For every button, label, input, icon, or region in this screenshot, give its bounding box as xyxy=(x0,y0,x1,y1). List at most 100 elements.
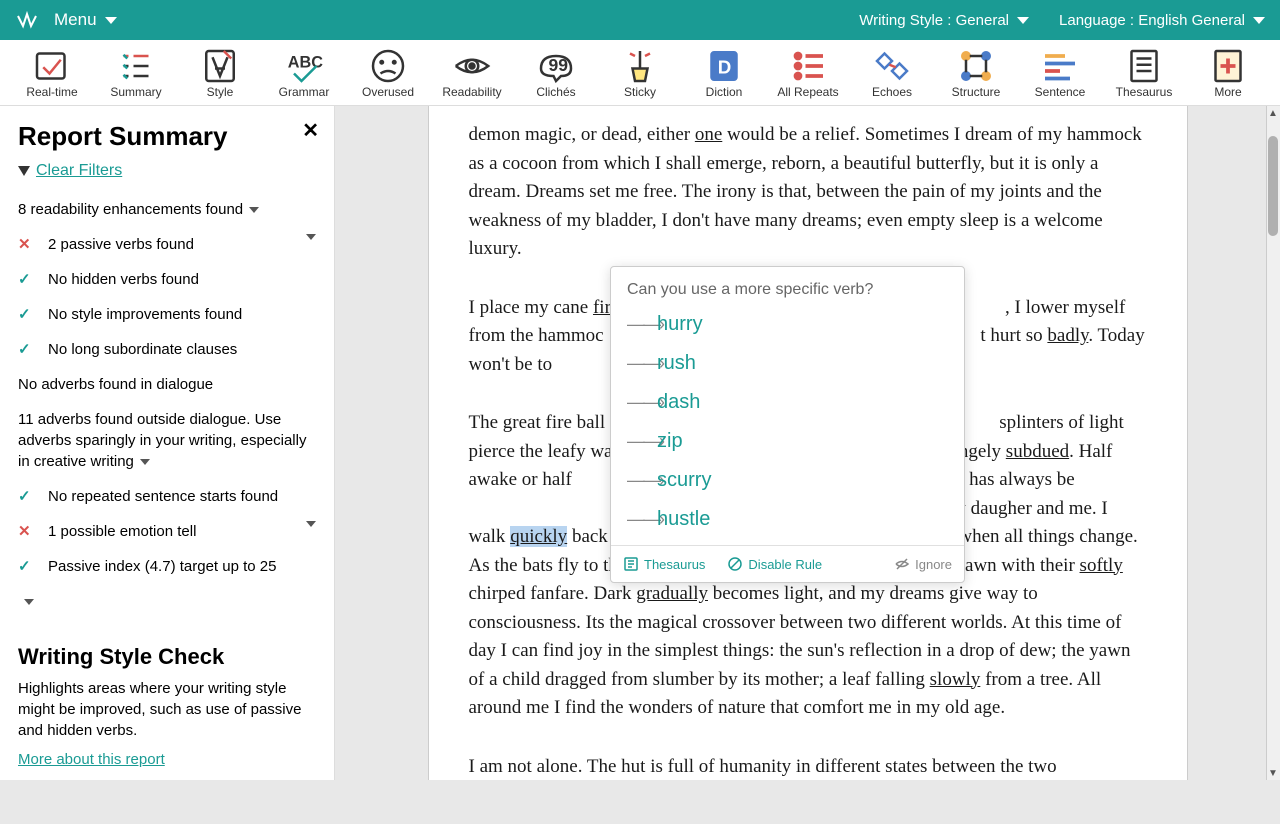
flagged-word-gradually[interactable]: gradually xyxy=(636,583,708,604)
arrow-right-icon: ——› xyxy=(627,392,657,413)
readability-icon xyxy=(452,50,492,82)
popup-header: Can you use a more specific verb? xyxy=(611,267,964,305)
check-icon: ✓ xyxy=(18,339,38,360)
disable-rule-button[interactable]: Disable Rule xyxy=(727,556,822,572)
svg-text:99: 99 xyxy=(549,55,569,75)
close-icon[interactable]: ✕ xyxy=(302,118,319,143)
toolbar-label: Structure xyxy=(952,85,1001,99)
chevron-down-icon xyxy=(306,234,316,240)
scroll-up-arrow[interactable]: ▲ xyxy=(1268,108,1278,118)
structure-icon xyxy=(956,50,996,82)
diction-icon: D xyxy=(704,50,744,82)
grammar-icon: ABC xyxy=(284,50,324,82)
flagged-word[interactable]: fir xyxy=(593,297,611,318)
toolbar: Real-time Summary StyleABCGrammar Overused R… xyxy=(0,40,1280,106)
toolbar-more-button[interactable]: More xyxy=(1186,48,1270,101)
summary-icon xyxy=(116,50,156,82)
toolbar-summary-button[interactable]: Summary xyxy=(94,48,178,101)
writing-style-check-desc: Highlights areas where your writing styl… xyxy=(18,678,316,741)
paragraph: demon magic, or dead, either one would b… xyxy=(469,121,1147,264)
language-dropdown[interactable]: Language : English General xyxy=(1059,12,1265,29)
suggestion-text: rush xyxy=(657,352,696,375)
vertical-scrollbar[interactable]: ▲ ▼ xyxy=(1266,106,1280,780)
suggestion-item[interactable]: ——›zip xyxy=(611,422,964,461)
toolbar-label: Thesaurus xyxy=(1116,85,1173,99)
toolbar-readability-button[interactable]: Readability xyxy=(430,48,514,101)
arrow-right-icon: ——› xyxy=(627,353,657,374)
toolbar-repeats-button[interactable]: All Repeats xyxy=(766,48,850,101)
flagged-word-softly[interactable]: softly xyxy=(1080,555,1123,576)
writing-style-value: General xyxy=(956,12,1009,29)
suggestion-popup: Can you use a more specific verb? ——›hur… xyxy=(610,266,965,583)
suggestion-item[interactable]: ——›scurry xyxy=(611,461,964,500)
toolbar-label: Summary xyxy=(110,85,161,99)
style-icon xyxy=(200,50,240,82)
clear-filters-link[interactable]: Clear Filters xyxy=(18,162,316,180)
flagged-word-quickly[interactable]: quickly xyxy=(510,526,567,547)
toolbar-label: Sentence xyxy=(1035,85,1086,99)
ignore-icon xyxy=(894,556,910,572)
x-icon: ✕ xyxy=(18,234,38,255)
scroll-down-arrow[interactable]: ▼ xyxy=(1268,768,1278,778)
check-icon: ✓ xyxy=(18,304,38,325)
summary-item: ✓No hidden verbs found xyxy=(18,262,316,297)
toolbar-structure-button[interactable]: Structure xyxy=(934,48,1018,101)
toolbar-thesaurus-button[interactable]: Thesaurus xyxy=(1102,48,1186,101)
summary-item[interactable]: ✕1 possible emotion tell xyxy=(18,514,316,549)
summary-item[interactable]: ✕2 passive verbs found xyxy=(18,227,316,262)
suggestion-item[interactable]: ——›rush xyxy=(611,344,964,383)
x-icon: ✕ xyxy=(18,521,38,542)
menu-button[interactable]: Menu xyxy=(54,10,117,30)
summary-item[interactable]: 11 adverbs found outside dialogue. Use a… xyxy=(18,402,316,479)
writing-style-label: Writing Style : xyxy=(859,12,951,29)
chevron-down-icon xyxy=(1017,17,1029,24)
summary-item: ✓No long subordinate clauses xyxy=(18,332,316,367)
thesaurus-label: Thesaurus xyxy=(644,557,705,572)
flagged-word-one[interactable]: one xyxy=(695,124,722,145)
toolbar-sticky-button[interactable]: Sticky xyxy=(598,48,682,101)
suggestion-text: hustle xyxy=(657,508,710,531)
summary-item: ✓Passive index (4.7) target up to 25 xyxy=(18,549,316,584)
toolbar-realtime-button[interactable]: Real-time xyxy=(10,48,94,101)
overused-icon xyxy=(368,50,408,82)
ignore-button[interactable]: Ignore xyxy=(894,556,952,572)
ignore-label: Ignore xyxy=(915,557,952,572)
writing-style-dropdown[interactable]: Writing Style : General xyxy=(859,12,1029,29)
toolbar-label: Overused xyxy=(362,85,414,99)
scroll-thumb[interactable] xyxy=(1268,136,1278,236)
toolbar-cliches-button[interactable]: 99Clichés xyxy=(514,48,598,101)
toolbar-label: Real-time xyxy=(26,85,77,99)
thesaurus-icon xyxy=(1124,50,1164,82)
suggestion-text: scurry xyxy=(657,469,711,492)
flagged-word-slowly[interactable]: slowly xyxy=(930,669,981,690)
suggestion-item[interactable]: ——›dash xyxy=(611,383,964,422)
document-area: demon magic, or dead, either one would b… xyxy=(335,106,1280,780)
toolbar-grammar-button[interactable]: ABCGrammar xyxy=(262,48,346,101)
toolbar-style-button[interactable]: Style xyxy=(178,48,262,101)
suggestion-item[interactable]: ——›hurry xyxy=(611,305,964,344)
suggestion-text: dash xyxy=(657,391,700,414)
flagged-word-subdued[interactable]: subdued xyxy=(1006,441,1069,462)
toolbar-sentence-button[interactable]: Sentence xyxy=(1018,48,1102,101)
arrow-right-icon: ——› xyxy=(627,314,657,335)
svg-text:D: D xyxy=(718,57,732,78)
sticky-icon xyxy=(620,50,660,82)
toolbar-label: Diction xyxy=(706,85,743,99)
suggestion-item[interactable]: ——›hustle xyxy=(611,500,964,539)
toolbar-label: All Repeats xyxy=(777,85,838,99)
summary-item[interactable]: 8 readability enhancements found xyxy=(18,192,316,227)
toolbar-echoes-button[interactable]: Echoes xyxy=(850,48,934,101)
chevron-down-icon xyxy=(306,521,316,527)
toolbar-diction-button[interactable]: D Diction xyxy=(682,48,766,101)
thesaurus-icon xyxy=(623,556,639,572)
suggestion-text: zip xyxy=(657,430,683,453)
more-about-report-link[interactable]: More about this report xyxy=(18,751,165,768)
chevron-down-icon xyxy=(105,17,117,24)
report-summary-title: Report Summary xyxy=(18,121,316,152)
thesaurus-button[interactable]: Thesaurus xyxy=(623,556,705,572)
toolbar-overused-button[interactable]: Overused xyxy=(346,48,430,101)
more-icon xyxy=(1208,50,1248,82)
cliches-icon: 99 xyxy=(536,50,576,82)
flagged-word-badly[interactable]: badly xyxy=(1047,325,1088,346)
chevron-down-icon[interactable] xyxy=(24,599,34,605)
